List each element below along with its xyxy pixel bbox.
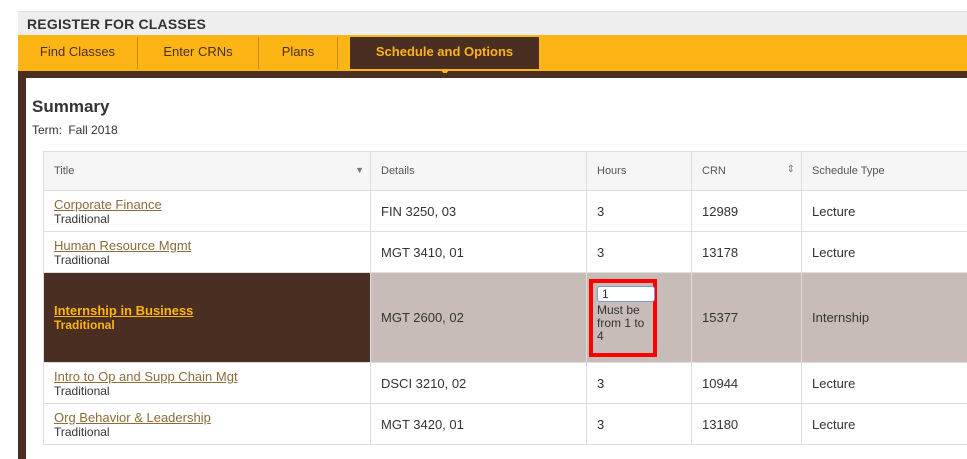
cell-details: DSCI 3210, 02 xyxy=(370,362,587,404)
column-header-schedule-type[interactable]: Schedule Type xyxy=(801,151,967,191)
course-title-link[interactable]: Intro to Op and Supp Chain Mgt xyxy=(54,369,360,384)
hours-input[interactable] xyxy=(597,285,655,302)
tab-find-classes[interactable]: Find Classes xyxy=(18,37,138,69)
cell-crn: 10944 xyxy=(691,362,802,404)
cell-schedule-type: Lecture xyxy=(801,190,967,232)
cell-hours: 3 xyxy=(586,362,692,404)
cell-crn: 15377 xyxy=(691,272,802,363)
cell-schedule-type: Lecture xyxy=(801,231,967,273)
cell-title: Human Resource Mgmt Traditional xyxy=(43,231,371,273)
column-header-details[interactable]: Details xyxy=(370,151,587,191)
cell-hours: 3 xyxy=(586,190,692,232)
sort-toggle-icon[interactable]: ⇕ xyxy=(787,164,795,175)
tab-plans[interactable]: Plans xyxy=(259,37,338,69)
table-row[interactable]: Corporate Finance Traditional FIN 3250, … xyxy=(43,190,967,232)
table-row[interactable]: Intro to Op and Supp Chain Mgt Tradition… xyxy=(43,362,967,404)
column-header-crn-label: CRN xyxy=(702,165,726,177)
cell-schedule-type: Lecture xyxy=(801,362,967,404)
table-row[interactable]: Human Resource Mgmt Traditional MGT 3410… xyxy=(43,231,967,273)
table-row[interactable]: Org Behavior & Leadership Traditional MG… xyxy=(43,403,967,445)
table-header-row: Title ▼ Details Hours CRN ⇕ Schedule Typ… xyxy=(43,151,967,191)
cell-schedule-type: Lecture xyxy=(801,403,967,445)
hours-error-highlight: Must be from 1 to 4 xyxy=(589,278,657,357)
content-panel-inner: Summary Term: Fall 2018 Title ▼ Details xyxy=(26,78,967,459)
content-panel: Summary Term: Fall 2018 Title ▼ Details xyxy=(18,73,967,459)
column-header-title-label: Title xyxy=(54,165,75,177)
tab-bar: Find Classes Enter CRNs Plans Schedule a… xyxy=(18,35,967,75)
column-header-crn[interactable]: CRN ⇕ xyxy=(691,151,802,191)
cell-schedule-type: Internship xyxy=(801,272,967,363)
cell-details: MGT 3420, 01 xyxy=(370,403,587,445)
summary-table: Title ▼ Details Hours CRN ⇕ Schedule Typ… xyxy=(43,151,967,445)
page-title: REGISTER FOR CLASSES xyxy=(27,16,207,32)
course-type: Traditional xyxy=(54,424,110,439)
course-title-link[interactable]: Corporate Finance xyxy=(54,197,360,212)
cell-crn: 12989 xyxy=(691,190,802,232)
term-label: Term: xyxy=(32,123,62,137)
cell-title: Org Behavior & Leadership Traditional xyxy=(43,403,371,445)
summary-title: Summary xyxy=(32,97,110,116)
course-type: Traditional xyxy=(54,252,110,267)
cell-title: Corporate Finance Traditional xyxy=(43,190,371,232)
cell-details: MGT 2600, 02 xyxy=(370,272,587,363)
column-header-title[interactable]: Title ▼ xyxy=(43,151,371,191)
cell-details: MGT 3410, 01 xyxy=(370,231,587,273)
course-type: Traditional xyxy=(54,211,110,226)
course-type: Traditional xyxy=(54,318,115,332)
cell-title: Internship in Business Traditional xyxy=(43,272,371,363)
sort-desc-icon[interactable]: ▼ xyxy=(355,165,364,175)
hours-validation-message: Must be from 1 to 4 xyxy=(597,302,645,343)
tab-schedule-and-options[interactable]: Schedule and Options xyxy=(350,37,539,75)
column-header-hours[interactable]: Hours xyxy=(586,151,692,191)
term-value: Fall 2018 xyxy=(68,123,118,137)
table-row-selected[interactable]: Internship in Business Traditional MGT 2… xyxy=(43,272,967,363)
course-type: Traditional xyxy=(54,383,110,398)
course-title-link[interactable]: Org Behavior & Leadership xyxy=(54,410,360,425)
tab-enter-crns[interactable]: Enter CRNs xyxy=(138,37,259,69)
cell-title: Intro to Op and Supp Chain Mgt Tradition… xyxy=(43,362,371,404)
term-line: Term: Fall 2018 xyxy=(32,123,118,137)
cell-hours: Must be from 1 to 4 xyxy=(586,272,692,363)
course-title-link[interactable]: Internship in Business xyxy=(54,303,360,318)
course-title-link[interactable]: Human Resource Mgmt xyxy=(54,238,360,253)
tab-schedule-and-options-label: Schedule and Options xyxy=(375,44,514,59)
cell-crn: 13178 xyxy=(691,231,802,273)
cell-crn: 13180 xyxy=(691,403,802,445)
page-header: REGISTER FOR CLASSES xyxy=(18,11,967,36)
cell-hours: 3 xyxy=(586,231,692,273)
cell-hours: 3 xyxy=(586,403,692,445)
cell-details: FIN 3250, 03 xyxy=(370,190,587,232)
